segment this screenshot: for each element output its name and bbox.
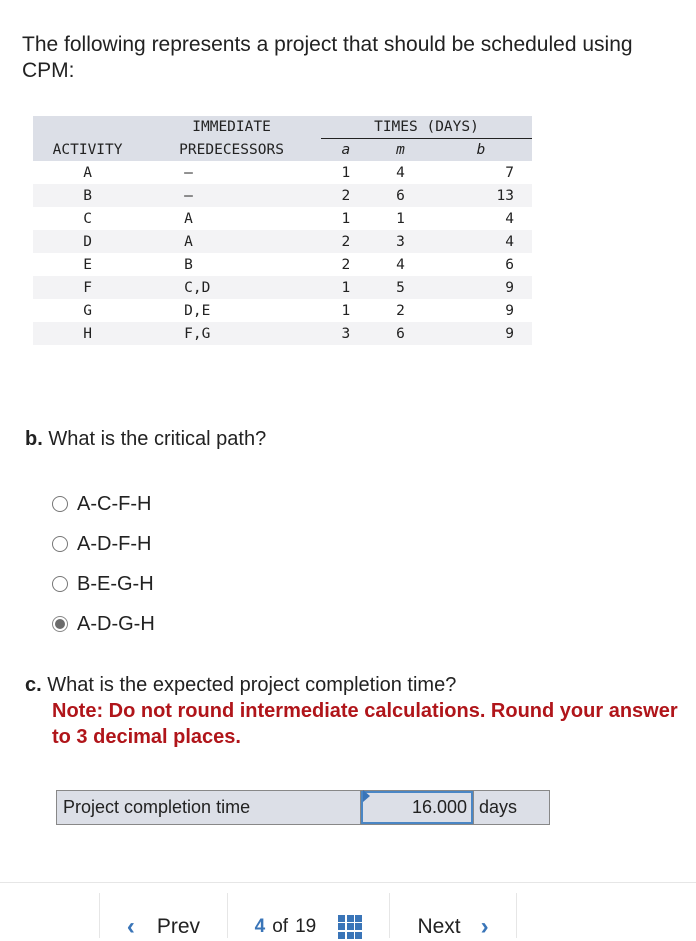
table-row: H F,G 3 6 9: [33, 322, 532, 345]
table-row: DA234: [33, 230, 532, 253]
radio-icon[interactable]: [52, 576, 68, 592]
question-b: b. What is the critical path?: [25, 428, 266, 451]
radio-dot: [55, 619, 65, 629]
option-a-d-g-h[interactable]: A-D-G-H: [52, 604, 155, 644]
radio-icon[interactable]: [52, 496, 68, 512]
question-b-text: What is the critical path?: [48, 428, 267, 450]
input-flag-icon: [363, 790, 370, 802]
table-row: B –2 6 13: [33, 184, 532, 207]
cell-pred: F,G: [142, 322, 321, 345]
cell-activity: H: [33, 322, 143, 345]
th-activity: ACTIVITY: [33, 138, 143, 161]
activity-table: IMMEDIATE TIMES (DAYS) ACTIVITY PREDECES…: [33, 116, 532, 345]
table-row: A – 1 4 7: [33, 161, 532, 184]
times-label: TIMES (DAYS): [374, 119, 479, 135]
th-times: TIMES (DAYS): [320, 116, 532, 139]
critical-path-options: A-C-F-H A-D-F-H B-E-G-H A-D-G-H: [52, 484, 155, 644]
cell-m: 6: [370, 322, 431, 345]
cell-pred: A: [142, 230, 321, 253]
next-button[interactable]: Next ›: [389, 893, 518, 940]
cell-b: 9: [430, 322, 532, 345]
cell-a: 3: [320, 322, 371, 345]
chevron-left-icon: ‹: [126, 912, 135, 940]
cell-activity: C: [83, 210, 92, 227]
cell-a: 2: [341, 256, 351, 273]
cell-a: 1: [320, 276, 371, 299]
cell-a: 1: [341, 164, 351, 181]
question-nav: ‹ Prev 4 of 19 Next ›: [99, 893, 518, 940]
cell-m: 4: [396, 164, 405, 181]
cell-pred: B: [184, 256, 193, 273]
question-c-label: c.: [25, 674, 42, 696]
cell-b: 6: [505, 256, 514, 273]
option-label: A-C-F-H: [77, 492, 152, 515]
option-label: A-D-G-H: [77, 612, 155, 635]
cell-m: 2: [396, 302, 405, 319]
th-b: b: [430, 138, 532, 161]
cell-pred: C,D: [142, 276, 321, 299]
rounding-note: Note: Do not round intermediate calculat…: [52, 700, 678, 748]
total-pages: 19: [295, 915, 317, 937]
prev-button[interactable]: ‹ Prev: [99, 893, 227, 940]
cell-m: 3: [370, 230, 431, 253]
chevron-right-icon: ›: [480, 912, 489, 940]
th-m: m: [370, 138, 431, 161]
table-row: G D,E 1 2 9: [33, 299, 532, 322]
cell-pred: D,E: [184, 302, 211, 319]
cell-activity: D: [33, 230, 143, 253]
question-b-label: b.: [25, 428, 43, 450]
cell-m: 4: [396, 256, 405, 273]
th-empty: [33, 116, 143, 139]
option-a-c-f-h[interactable]: A-C-F-H: [52, 484, 155, 524]
cell-activity: A: [83, 164, 92, 181]
radio-selected-icon[interactable]: [52, 616, 68, 632]
cell-pred: –: [142, 184, 321, 207]
cell-m: 1: [396, 210, 405, 227]
cell-b: 4: [430, 230, 532, 253]
option-b-e-g-h[interactable]: B-E-G-H: [52, 564, 155, 604]
completion-time-value: 16.000: [411, 797, 467, 817]
cell-activity: B: [33, 184, 143, 207]
completion-time-input[interactable]: 16.000: [361, 790, 473, 824]
th-a: a: [320, 138, 371, 161]
cell-activity: G: [83, 302, 92, 319]
prev-label: Prev: [156, 914, 201, 938]
table-row: F C,D 1 5 9: [33, 276, 532, 299]
cell-b: 9: [505, 302, 514, 319]
cell-pred: –: [184, 164, 193, 181]
cell-m: 6: [370, 184, 431, 207]
cell-pred: A: [184, 210, 193, 227]
option-label: A-D-F-H: [77, 532, 152, 555]
next-label: Next: [417, 914, 461, 938]
page-indicator[interactable]: 4 of 19: [226, 893, 389, 939]
radio-icon[interactable]: [52, 536, 68, 552]
table-row: C A 1 1 4: [33, 207, 532, 230]
cell-m: 5: [370, 276, 431, 299]
cell-activity: F: [33, 276, 143, 299]
answer-label: Project completion time: [57, 791, 361, 824]
question-c-text: What is the expected project completion …: [47, 674, 457, 696]
cell-a: 1: [341, 210, 351, 227]
table-row: E B 2 4 6: [33, 253, 532, 276]
cell-b: 7: [505, 164, 514, 181]
grid-icon[interactable]: [338, 914, 363, 939]
answer-unit: days: [473, 791, 549, 824]
cell-activity: E: [83, 256, 92, 273]
cell-a: 2: [320, 184, 371, 207]
answer-row: Project completion time 16.000 days: [56, 790, 550, 825]
option-a-d-f-h[interactable]: A-D-F-H: [52, 524, 155, 564]
cell-b: 4: [505, 210, 514, 227]
cell-a: 1: [341, 302, 351, 319]
question-c: c. What is the expected project completi…: [25, 672, 685, 750]
cell-b: 13: [430, 184, 532, 207]
th-pred-line1: IMMEDIATE: [142, 116, 321, 139]
cell-a: 2: [320, 230, 371, 253]
footer-divider: [0, 882, 696, 883]
option-label: B-E-G-H: [77, 572, 154, 595]
cell-b: 9: [430, 276, 532, 299]
current-page: 4: [254, 915, 266, 937]
th-pred-line2: PREDECESSORS: [142, 138, 321, 161]
of-label: of: [272, 915, 289, 937]
intro-text: The following represents a project that …: [22, 33, 633, 82]
